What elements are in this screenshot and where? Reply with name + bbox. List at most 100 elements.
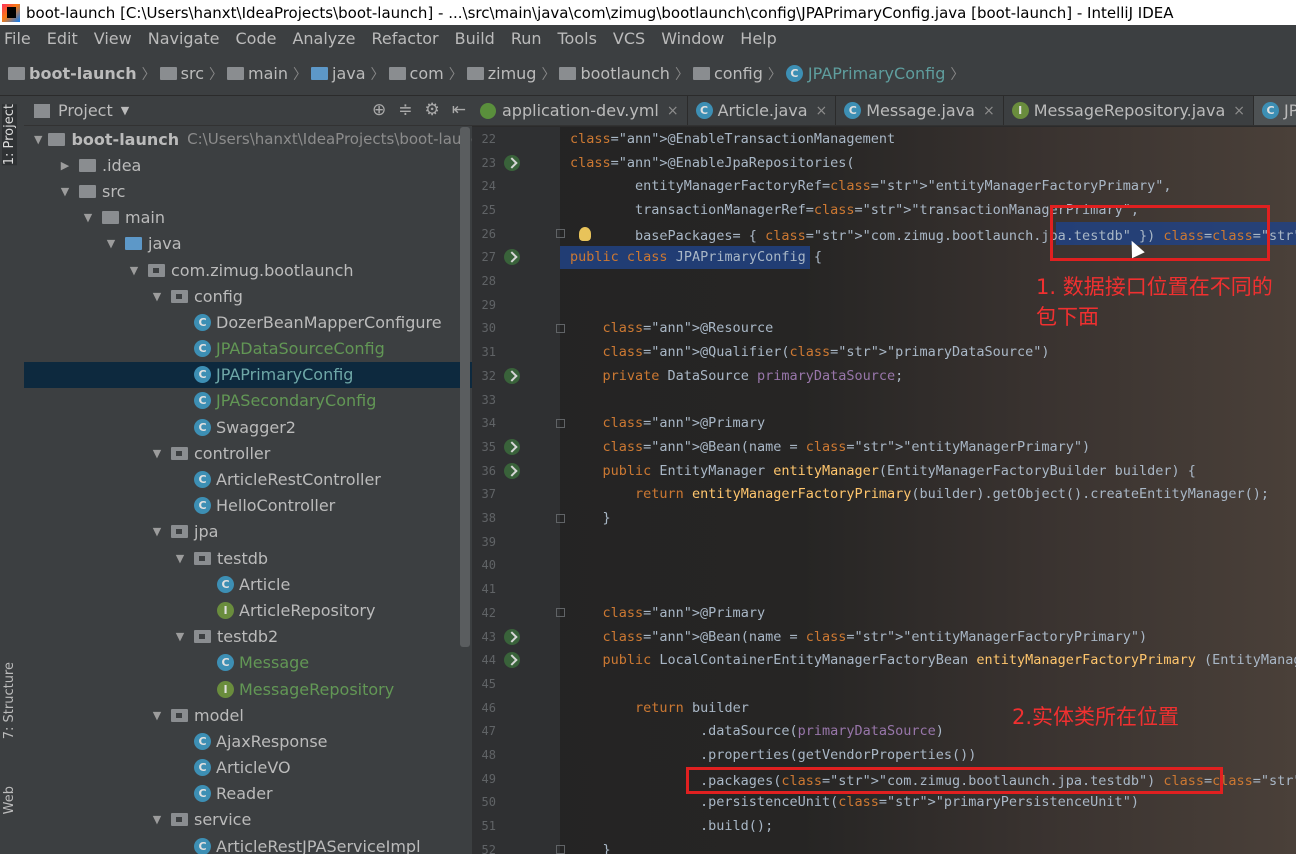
code-line[interactable]: 48 .properties(getVendorProperties()): [472, 743, 1296, 767]
code-line[interactable]: 35 class="ann">@Bean(name = class="str">…: [472, 435, 1296, 459]
crumb-bootlaunch[interactable]: bootlaunch 〉: [559, 64, 689, 84]
bean-gutter-icon[interactable]: [504, 628, 520, 645]
project-scrollbar[interactable]: [460, 127, 470, 647]
code-line[interactable]: 44 public LocalContainerEntityManagerFac…: [472, 648, 1296, 672]
tree-item[interactable]: C Swagger2: [24, 414, 472, 440]
tab-article-java[interactable]: C Article.java ×: [688, 96, 837, 125]
code-line[interactable]: 40: [472, 554, 1296, 578]
menu-edit[interactable]: Edit: [47, 29, 78, 48]
tree-item[interactable]: ▶ .idea: [24, 152, 472, 178]
code-line[interactable]: 24 entityManagerFactoryRef=class="str">"…: [472, 174, 1296, 198]
tree-item[interactable]: C ArticleRestController: [24, 466, 472, 492]
menu-vcs[interactable]: VCS: [613, 29, 645, 48]
code-line[interactable]: 50 .persistenceUnit(class="str">"primary…: [472, 791, 1296, 815]
fold-marker-icon[interactable]: [556, 323, 565, 333]
code-line[interactable]: 45: [472, 672, 1296, 696]
close-icon[interactable]: ×: [667, 103, 679, 119]
menu-build[interactable]: Build: [455, 29, 495, 48]
code-line[interactable]: 34 class="ann">@Primary: [472, 411, 1296, 435]
tree-item[interactable]: ▼ config: [24, 283, 472, 309]
tab-project-tool[interactable]: 1: Project: [2, 104, 17, 166]
tree-item[interactable]: C JPAPrimaryConfig: [24, 361, 472, 388]
code-line[interactable]: 39: [472, 530, 1296, 554]
tree-item[interactable]: I MessageRepository: [24, 676, 472, 702]
tree-item[interactable]: ▼ com.zimug.bootlaunch: [24, 257, 472, 283]
tree-item[interactable]: C HelloController: [24, 493, 472, 519]
bean-gutter-icon[interactable]: [504, 367, 520, 384]
fold-marker-icon[interactable]: [556, 418, 565, 428]
expand-arrow-icon[interactable]: ▼: [172, 630, 188, 643]
tree-item[interactable]: C JPADataSourceConfig: [24, 336, 472, 362]
crumb-main[interactable]: main 〉: [227, 64, 307, 84]
tree-item[interactable]: ▼ java: [24, 231, 472, 257]
bean-gutter-icon[interactable]: [504, 652, 520, 669]
tree-item[interactable]: ▼ testdb: [24, 545, 472, 571]
menu-code[interactable]: Code: [236, 29, 277, 48]
crumb-config[interactable]: config 〉: [692, 64, 782, 84]
tree-item[interactable]: ▼ src: [24, 178, 472, 204]
bean-gutter-icon[interactable]: [504, 438, 520, 455]
code-line[interactable]: 31 class="ann">@Qualifier(class="str">"p…: [472, 340, 1296, 364]
code-line[interactable]: 43 class="ann">@Bean(name = class="str">…: [472, 625, 1296, 649]
menu-tools[interactable]: Tools: [558, 29, 597, 48]
expand-arrow-icon[interactable]: ▼: [149, 813, 165, 826]
tree-item[interactable]: C AjaxResponse: [24, 728, 472, 754]
menu-file[interactable]: File: [4, 29, 31, 48]
chevron-down-icon[interactable]: ▼: [121, 104, 129, 117]
close-icon[interactable]: ×: [816, 103, 828, 119]
tree-item[interactable]: ▼ controller: [24, 440, 472, 466]
bean-gutter-icon[interactable]: [504, 154, 520, 171]
expand-arrow-icon[interactable]: ▼: [149, 525, 165, 538]
tree-item[interactable]: ▼ boot-launch C:\Users\hanxt\IdeaProjects\…: [24, 126, 472, 152]
menu-window[interactable]: Window: [661, 29, 724, 48]
tree-item[interactable]: ▼ testdb2: [24, 624, 472, 650]
menu-run[interactable]: Run: [511, 29, 542, 48]
expand-arrow-icon[interactable]: ▼: [149, 709, 165, 722]
code-line[interactable]: 32 private DataSource primaryDataSource;: [472, 364, 1296, 388]
hide-panel-icon[interactable]: ⇤: [452, 100, 466, 120]
code-line[interactable]: 52 }: [472, 838, 1296, 854]
tree-item[interactable]: ▼ model: [24, 702, 472, 728]
tab-application-dev-yml[interactable]: application-dev.yml ×: [472, 96, 688, 125]
code-line[interactable]: 42 class="ann">@Primary: [472, 601, 1296, 625]
bean-gutter-icon[interactable]: [504, 462, 520, 479]
tree-item[interactable]: ▼ service: [24, 807, 472, 833]
tree-item[interactable]: C ArticleVO: [24, 755, 472, 781]
expand-arrow-icon[interactable]: ▼: [149, 447, 165, 460]
crumb-src[interactable]: src 〉: [159, 64, 223, 84]
expand-arrow-icon[interactable]: ▼: [103, 237, 119, 250]
tab-jpaprimaryconfig-java[interactable]: CJPADa: [1253, 96, 1296, 125]
menu-view[interactable]: View: [94, 29, 132, 48]
fold-marker-icon[interactable]: [556, 513, 565, 523]
tree-item[interactable]: ▼ jpa: [24, 519, 472, 545]
tree-item[interactable]: C Article: [24, 571, 472, 597]
expand-arrow-icon[interactable]: ▼: [80, 211, 96, 224]
tree-item[interactable]: C Message: [24, 650, 472, 676]
menu-refactor[interactable]: Refactor: [372, 29, 439, 48]
expand-arrow-icon[interactable]: ▼: [57, 185, 73, 198]
code-line[interactable]: 36 public EntityManager entityManager(En…: [472, 459, 1296, 483]
tree-item[interactable]: C DozerBeanMapperConfigure: [24, 309, 472, 335]
code-line[interactable]: 33: [472, 388, 1296, 412]
fold-marker-icon[interactable]: [556, 229, 565, 239]
expand-arrow-icon[interactable]: ▼: [34, 133, 42, 146]
tree-item[interactable]: C Reader: [24, 781, 472, 807]
menu-analyze[interactable]: Analyze: [292, 29, 355, 48]
gear-icon[interactable]: ⚙: [425, 100, 440, 120]
crumb-project[interactable]: boot-launch 〉: [8, 64, 156, 84]
tab-messagerepository-java[interactable]: I MessageRepository.java ×: [1004, 96, 1254, 125]
fold-marker-icon[interactable]: [556, 608, 565, 618]
tree-item[interactable]: I ArticleRepository: [24, 597, 472, 623]
tree-item[interactable]: C JPASecondaryConfig: [24, 388, 472, 414]
tab-message-java[interactable]: C Message.java ×: [836, 96, 1004, 125]
crumb-zimug[interactable]: zimug 〉: [466, 64, 555, 84]
tab-structure-tool[interactable]: 7: Structure: [2, 662, 17, 739]
menu-help[interactable]: Help: [740, 29, 776, 48]
locate-icon[interactable]: ⊕: [372, 100, 386, 120]
tree-item[interactable]: C ArticleRestJPAServiceImpl: [24, 833, 472, 854]
project-view-selector[interactable]: Project: [58, 101, 113, 120]
tab-web-tool[interactable]: Web: [2, 786, 17, 814]
tree-item[interactable]: ▼ main: [24, 205, 472, 231]
code-line[interactable]: 23 class="ann">@EnableJpaRepositories(: [472, 151, 1296, 175]
code-line[interactable]: 37 return entityManagerFactoryPrimary(bu…: [472, 483, 1296, 507]
